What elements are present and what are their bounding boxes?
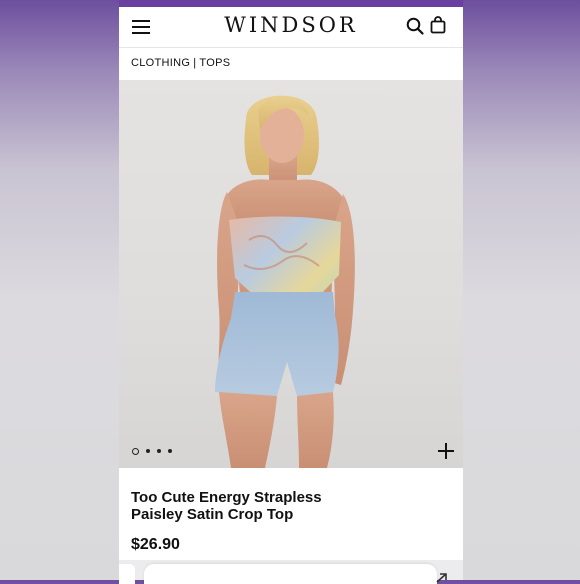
bottom-action-pill[interactable]: [144, 564, 447, 584]
carousel-dot-1[interactable]: [132, 448, 139, 455]
product-title-line-2: Paisley Satin Crop Top: [131, 506, 294, 523]
carousel-dot-3[interactable]: [157, 449, 161, 453]
breadcrumb-bar: CLOTHING | TOPS: [119, 47, 463, 80]
product-title-line-1: Too Cute Energy Strapless: [131, 489, 322, 506]
product-image[interactable]: [119, 80, 463, 468]
breadcrumb: CLOTHING | TOPS: [131, 57, 230, 69]
carousel-dot-4[interactable]: [168, 449, 172, 453]
arrow-icon[interactable]: [435, 572, 449, 584]
product-price: $26.90: [131, 536, 180, 553]
model-photo: [215, 95, 355, 468]
product-title: Too Cute Energy Strapless Paisley Satin …: [131, 489, 361, 523]
bottom-left-tab[interactable]: [119, 564, 135, 584]
breadcrumb-tops[interactable]: TOPS: [199, 57, 230, 69]
bottom-bar: [119, 560, 463, 584]
product-page: WINDSOR CLOTHING | TOPS Too Cute Energy …: [119, 0, 463, 580]
carousel-dot-2[interactable]: [146, 449, 150, 453]
search-icon[interactable]: [406, 17, 424, 35]
plus-icon[interactable]: [438, 443, 454, 459]
shopping-bag-icon[interactable]: [430, 16, 446, 34]
top-promo-strip: [119, 0, 463, 7]
site-header: WINDSOR: [119, 7, 463, 47]
breadcrumb-clothing[interactable]: CLOTHING: [131, 57, 190, 69]
breadcrumb-separator: |: [193, 57, 197, 69]
